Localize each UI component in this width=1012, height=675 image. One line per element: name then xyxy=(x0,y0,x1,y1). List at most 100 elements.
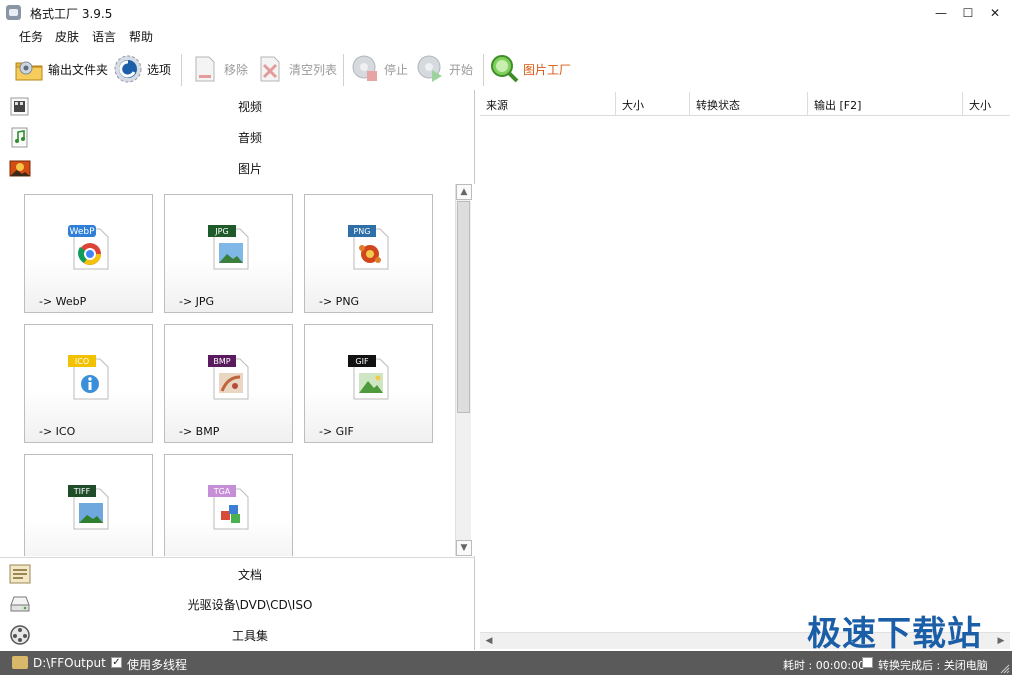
format-tile-png[interactable]: PNG -> PNG xyxy=(304,194,433,313)
bmp-palette-icon: BMP xyxy=(208,353,252,401)
category-tools[interactable]: 工具集 xyxy=(0,619,475,649)
ico-badge: ICO xyxy=(75,357,89,366)
menu-skin[interactable]: 皮肤 xyxy=(55,28,79,45)
picture-format-grid: WebP -> WebP JPG -> JPG PNG -> PNG ICO -… xyxy=(0,184,475,556)
picture-factory-button[interactable]: 图片工厂 xyxy=(489,52,571,86)
category-document-label: 文档 xyxy=(237,568,262,582)
task-list-panel: 来源 大小 转换状态 输出 [F2] 大小 ◀ ▶ xyxy=(477,90,1012,650)
scrollbar-thumb[interactable] xyxy=(457,201,470,413)
watermark-text: 极速下载站 xyxy=(807,614,982,654)
elapsed-time: 耗时 : 00:00:00 xyxy=(783,659,866,672)
folder-icon xyxy=(14,54,44,84)
stop-icon xyxy=(350,54,380,84)
jpg-badge: JPG xyxy=(214,227,228,236)
window-title: 格式工厂 3.9.5 xyxy=(30,7,113,21)
category-tools-label: 工具集 xyxy=(231,629,268,643)
minimize-button[interactable]: — xyxy=(928,3,954,23)
category-video[interactable]: 视频 xyxy=(0,90,475,120)
tga-shapes-icon: TGA xyxy=(208,483,252,531)
toolbar-separator xyxy=(343,54,344,86)
category-picture-label: 图片 xyxy=(237,162,262,176)
column-header-size[interactable]: 大小 xyxy=(616,92,690,116)
column-header-output[interactable]: 输出 [F2] xyxy=(808,92,963,116)
folder-icon[interactable] xyxy=(12,656,28,669)
output-folder-button[interactable]: 输出文件夹 xyxy=(14,52,108,86)
category-panel: 视频 音频 图片 WebP -> WebP JPG -> JPG PNG -> … xyxy=(0,90,475,650)
options-label: 选项 xyxy=(147,62,172,77)
start-icon xyxy=(415,54,445,84)
clear-list-button[interactable]: 清空列表 xyxy=(255,52,337,86)
png-flower-icon: PNG xyxy=(348,223,392,271)
scroll-down-arrow-icon[interactable]: ▼ xyxy=(456,540,472,556)
clear-list-label: 清空列表 xyxy=(289,62,338,77)
format-tile-jpg[interactable]: JPG -> JPG xyxy=(164,194,293,313)
output-folder-label: 输出文件夹 xyxy=(48,62,109,77)
format-tile-ico[interactable]: ICO -> ICO xyxy=(24,324,153,443)
format-tile-tga[interactable]: TGA xyxy=(164,454,293,556)
output-path[interactable]: D:\FFOutput xyxy=(33,656,106,670)
toolbar-separator xyxy=(181,54,182,86)
column-header-output-size[interactable]: 大小 xyxy=(963,92,1010,116)
category-audio-label: 音频 xyxy=(237,131,262,145)
format-label: -> JPG xyxy=(179,295,215,308)
category-video-label: 视频 xyxy=(237,100,262,114)
gear-icon xyxy=(113,54,143,84)
picture-factory-label: 图片工厂 xyxy=(523,62,572,77)
shutdown-checkbox[interactable] xyxy=(862,657,873,668)
title-bar: 格式工厂 3.9.5 — ☐ ✕ xyxy=(0,0,1012,26)
format-grid-scrollbar[interactable]: ▲ ▼ xyxy=(455,184,472,556)
magnifier-globe-icon xyxy=(489,54,519,84)
format-tile-tiff[interactable]: TIFF xyxy=(24,454,153,556)
remove-button[interactable]: 移除 xyxy=(190,52,248,86)
after-done-label: 转换完成后 : 关闭电脑 xyxy=(878,659,988,672)
tiff-badge: TIFF xyxy=(73,487,91,496)
multithread-checkbox[interactable]: ✓ xyxy=(111,657,122,668)
png-badge: PNG xyxy=(353,227,370,236)
start-button[interactable]: 开始 xyxy=(415,52,473,86)
stop-label: 停止 xyxy=(384,62,409,77)
tga-badge: TGA xyxy=(213,487,231,496)
resize-grip-icon[interactable] xyxy=(1000,663,1010,674)
webp-chrome-icon: WebP xyxy=(68,223,112,271)
toolbar-separator xyxy=(483,54,484,86)
scroll-left-arrow-icon[interactable]: ◀ xyxy=(482,634,496,648)
gif-badge: GIF xyxy=(355,357,369,366)
stop-button[interactable]: 停止 xyxy=(350,52,408,86)
menu-language[interactable]: 语言 xyxy=(92,28,116,45)
column-header-source[interactable]: 来源 xyxy=(480,92,616,116)
remove-document-icon xyxy=(190,54,220,84)
clear-list-icon xyxy=(255,54,285,84)
toolbar: 输出文件夹 选项 移除 清空列表 停止 开始 图片工厂 xyxy=(0,48,1012,90)
bmp-badge: BMP xyxy=(213,357,230,366)
menu-bar: 任务 皮肤 语言 帮助 xyxy=(0,26,1012,46)
scroll-up-arrow-icon[interactable]: ▲ xyxy=(456,184,472,200)
maximize-button[interactable]: ☐ xyxy=(955,3,981,23)
format-tile-webp[interactable]: WebP -> WebP xyxy=(24,194,153,313)
close-button[interactable]: ✕ xyxy=(982,3,1008,23)
category-document[interactable]: 文档 xyxy=(0,557,475,587)
scroll-right-arrow-icon[interactable]: ▶ xyxy=(994,634,1008,648)
format-label: -> GIF xyxy=(319,425,354,438)
category-picture[interactable]: 图片 xyxy=(0,152,475,182)
start-label: 开始 xyxy=(449,62,474,77)
format-label: -> PNG xyxy=(319,295,360,308)
category-rom-device[interactable]: 光驱设备\DVD\CD\ISO xyxy=(0,588,475,618)
tiff-landscape-icon: TIFF xyxy=(68,483,112,531)
format-label: -> WebP xyxy=(39,295,87,308)
gif-image-icon: GIF xyxy=(348,353,392,401)
ico-info-icon: ICO xyxy=(68,353,112,401)
multithread-label: 使用多线程 xyxy=(127,658,188,672)
format-tile-bmp[interactable]: BMP -> BMP xyxy=(164,324,293,443)
app-icon xyxy=(6,5,21,20)
format-label: -> ICO xyxy=(39,425,76,438)
column-header-status[interactable]: 转换状态 xyxy=(690,92,808,116)
webp-badge: WebP xyxy=(69,227,95,237)
jpg-landscape-icon: JPG xyxy=(208,223,252,271)
remove-label: 移除 xyxy=(224,62,249,77)
format-tile-gif[interactable]: GIF -> GIF xyxy=(304,324,433,443)
category-audio[interactable]: 音频 xyxy=(0,121,475,151)
menu-help[interactable]: 帮助 xyxy=(129,28,153,45)
options-button[interactable]: 选项 xyxy=(113,52,171,86)
category-rom-device-label: 光驱设备\DVD\CD\ISO xyxy=(187,598,313,612)
menu-task[interactable]: 任务 xyxy=(19,28,43,45)
